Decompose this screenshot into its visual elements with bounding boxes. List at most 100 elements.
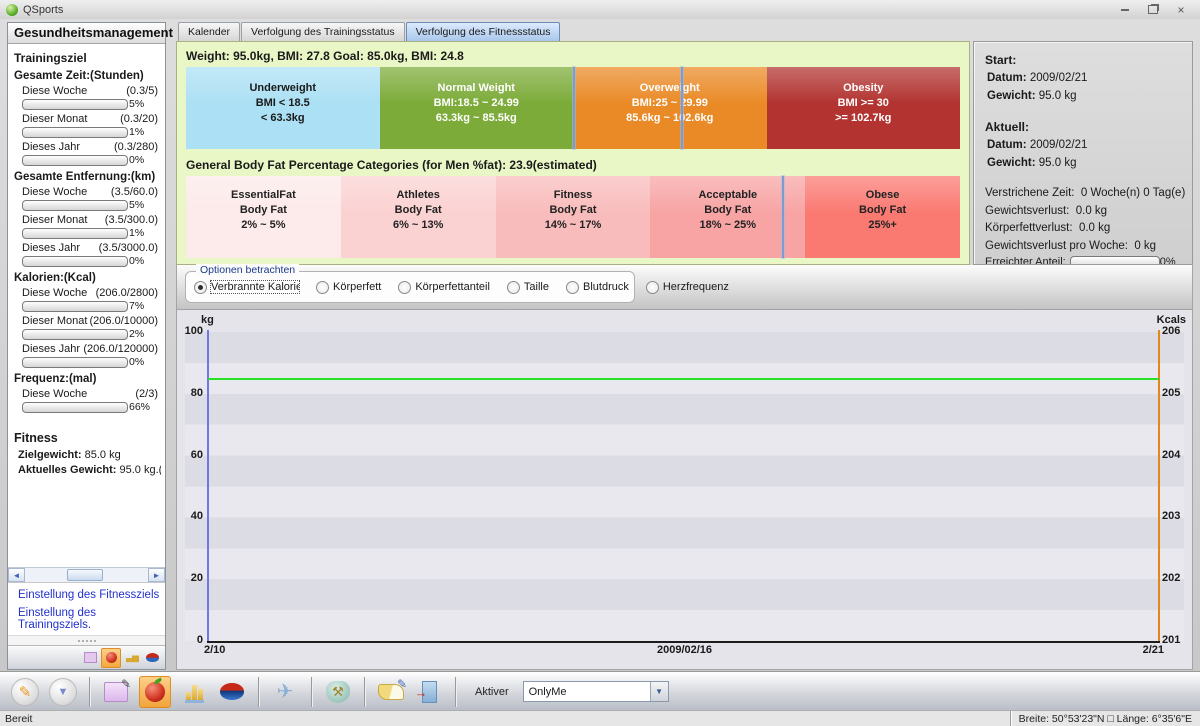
start-weight: Gewicht: 95.0 kg bbox=[987, 90, 1077, 102]
current-weight: Gewicht: 95.0 kg bbox=[987, 157, 1077, 169]
section-title-frequency: Frequenz:(mal) bbox=[14, 373, 97, 385]
content-area: Gesundheitsmanagement Trainingsziel Gesa… bbox=[0, 19, 1200, 672]
progress-bar bbox=[22, 255, 128, 267]
scroll-right-icon[interactable]: ► bbox=[148, 568, 165, 582]
calendar-edit-icon[interactable]: ✎ bbox=[101, 677, 131, 707]
tab-fitnessstatus[interactable]: Verfolgung des Fitnessstatus bbox=[405, 22, 561, 41]
radio-icon[interactable] bbox=[566, 280, 579, 294]
training-goal-settings-link[interactable]: Einstellung des Trainingsziels. bbox=[18, 607, 165, 631]
y2-tick: 204 bbox=[1162, 449, 1181, 461]
scrollbar-thumb[interactable] bbox=[66, 569, 103, 581]
bodyfat-loss: Körperfettverlust: 0.0 kg bbox=[985, 222, 1111, 234]
radio-bloodpressure[interactable]: Blutdruck bbox=[566, 280, 629, 294]
training-helmet-icon[interactable] bbox=[217, 677, 247, 707]
sidebar-mini-toolbar: ▃▅ bbox=[8, 645, 165, 669]
radio-bodyfat-share[interactable]: Körperfettanteil bbox=[398, 280, 490, 294]
travel-plane-icon[interactable]: ✈ bbox=[270, 677, 300, 707]
minimize-button[interactable] bbox=[1118, 4, 1132, 16]
nutrition-icon[interactable] bbox=[139, 675, 171, 708]
progress-row: 0% bbox=[22, 154, 161, 166]
statistics-icon[interactable] bbox=[179, 677, 209, 707]
radio-bodyfat[interactable]: Körperfett bbox=[316, 280, 381, 294]
weight-loss: Gewichtsverlust: 0.0 kg bbox=[985, 204, 1108, 217]
toolbar-separator bbox=[455, 676, 456, 707]
radio-icon[interactable] bbox=[194, 280, 207, 294]
splitter-grip[interactable] bbox=[8, 635, 165, 645]
memo-icon[interactable]: ✎ bbox=[10, 677, 40, 707]
weight-loss-per-week: Gewichtsverlust pro Woche: 0 kg bbox=[985, 239, 1157, 252]
fat-block-athletes: Athletes Body Fat 6% ~ 13% bbox=[340, 176, 496, 258]
training-mini-icon[interactable] bbox=[143, 649, 161, 667]
progress-bar bbox=[22, 401, 128, 413]
x-label-end: 2/21 bbox=[1142, 644, 1164, 656]
scrollbar-track[interactable] bbox=[25, 568, 148, 582]
options-strip: Optionen betrachten Verbrannte Kalorien … bbox=[176, 264, 1193, 310]
tab-trainingsstatus[interactable]: Verfolgung des Trainingsstatus bbox=[241, 22, 405, 41]
progress-bar bbox=[22, 126, 128, 138]
achieved-share: Erreichter Anteil: 0% bbox=[985, 256, 1192, 264]
y2-tick: 203 bbox=[1162, 510, 1181, 522]
tools-icon[interactable]: ⚒ bbox=[323, 677, 353, 707]
bmi-block-normal: Normal Weight BMI:18.5 ~ 24.99 63.3kg ~ … bbox=[379, 67, 573, 149]
aktuell-title: Aktuell: bbox=[985, 120, 1030, 134]
diary-book-icon[interactable]: ✎ bbox=[376, 677, 407, 707]
radio-icon[interactable] bbox=[316, 280, 329, 294]
radio-icon[interactable] bbox=[398, 280, 412, 294]
goal-row: Diese Woche (2/3) bbox=[22, 388, 158, 400]
progress-bar bbox=[22, 356, 128, 368]
status-coordinates: Breite: 50°53'23"N □ Länge: 6°35'6"E bbox=[1009, 711, 1200, 726]
progress-row: 1% bbox=[22, 126, 161, 138]
progress-row: 66% bbox=[22, 401, 161, 413]
progress-bar bbox=[22, 199, 128, 211]
radio-icon[interactable] bbox=[645, 280, 659, 294]
progress-bar bbox=[22, 227, 128, 239]
restore-button[interactable] bbox=[1146, 4, 1160, 16]
y-tick: 40 bbox=[190, 510, 203, 522]
titlebar: QSports × bbox=[0, 0, 1200, 19]
calendar-edit-mini-icon[interactable] bbox=[81, 649, 99, 667]
active-person-label: Aktiver bbox=[475, 685, 509, 698]
progress-row: 5% bbox=[22, 199, 161, 211]
window-title: QSports bbox=[23, 3, 64, 16]
main-area: Kalender Verfolgung des Trainingsstatus … bbox=[176, 22, 1193, 670]
exit-icon[interactable]: → bbox=[414, 677, 444, 707]
goal-row: Dieses Jahr (0.3/280) bbox=[22, 141, 158, 153]
target-weight: Zielgewicht: 85.0 kg bbox=[18, 449, 121, 461]
sidebar-hscrollbar[interactable]: ◄ ► bbox=[8, 567, 165, 582]
radio-icon[interactable] bbox=[506, 280, 520, 294]
scroll-left-icon[interactable]: ◄ bbox=[8, 568, 25, 582]
statistics-mini-icon[interactable]: ▃▅ bbox=[123, 649, 141, 667]
radio-burned-calories[interactable]: Verbrannte Kalorien bbox=[194, 280, 300, 294]
goal-weight-marker bbox=[573, 67, 575, 149]
tab-kalender[interactable]: Kalender bbox=[178, 22, 241, 41]
bmi-block-obesity: Obesity BMI >= 30 >= 102.7kg bbox=[766, 67, 960, 149]
fat-block-essential: EssentialFat Body Fat 2% ~ 5% bbox=[186, 176, 341, 258]
options-legend: Optionen betrachten bbox=[196, 264, 300, 276]
summary-panel: Start: Datum: 2009/02/21 Gewicht: 95.0 k… bbox=[973, 41, 1193, 265]
person-dropdown[interactable]: OnlyMe ▼ bbox=[522, 681, 669, 702]
close-button[interactable]: × bbox=[1174, 3, 1188, 17]
goal-weight-line bbox=[208, 378, 1159, 380]
app-logo-icon bbox=[6, 3, 18, 16]
goal-row: Diese Woche (0.3/5) bbox=[22, 85, 158, 97]
goal-row: Dieser Monat (0.3/20) bbox=[22, 113, 158, 125]
goal-row: Dieses Jahr (3.5/3000.0) bbox=[22, 242, 158, 254]
x-axis-line bbox=[207, 641, 1160, 643]
toolbar-separator bbox=[89, 676, 90, 707]
section-title-calories: Kalorien:(Kcal) bbox=[14, 272, 96, 284]
status-panels: Weight: 95.0kg, BMI: 27.8 Goal: 85.0kg, … bbox=[176, 41, 1193, 265]
progress-row: 1% bbox=[22, 227, 161, 239]
radio-waist[interactable]: Taille bbox=[506, 280, 549, 294]
nutrition-mini-icon[interactable] bbox=[101, 647, 121, 668]
person-dropdown-value: OnlyMe bbox=[528, 685, 567, 698]
progress-row: 0% bbox=[22, 356, 161, 368]
progress-bar bbox=[22, 98, 128, 110]
download-icon[interactable]: ▼ bbox=[48, 677, 78, 707]
fitness-goal-settings-link[interactable]: Einstellung des Fitnessziels bbox=[18, 589, 165, 601]
x-label-mid: 2009/02/16 bbox=[656, 644, 713, 656]
chevron-down-icon[interactable]: ▼ bbox=[649, 682, 668, 701]
current-weight-marker bbox=[681, 67, 684, 149]
goal-row: Dieser Monat (3.5/300.0) bbox=[22, 214, 158, 226]
radio-heartrate[interactable]: Herzfrequenz bbox=[645, 280, 729, 294]
sidebar-body: Trainingsziel Gesamte Zeit:(Stunden) Die… bbox=[8, 44, 165, 567]
